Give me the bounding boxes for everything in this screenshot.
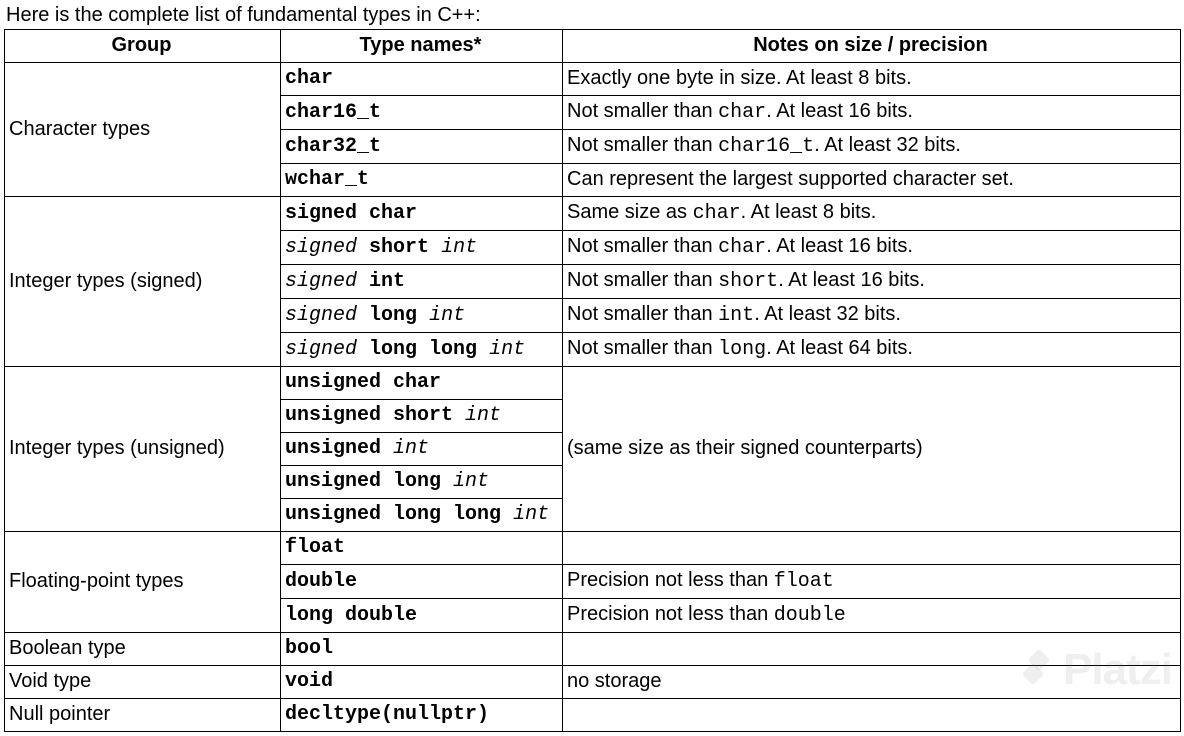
table-header-row: Group Type names* Notes on size / precis… (5, 30, 1181, 63)
type-name-cell: unsigned long int (281, 466, 563, 499)
type-name-cell: char32_t (281, 130, 563, 164)
type-name-cell: signed long long int (281, 333, 563, 367)
type-name-cell: double (281, 565, 563, 599)
type-name-cell: signed short int (281, 231, 563, 265)
table-row: Void typevoidno storage (5, 666, 1181, 699)
group-cell: Floating-point types (5, 532, 281, 633)
notes-cell: (same size as their signed counterparts) (563, 367, 1181, 532)
notes-cell: Not smaller than char16_t. At least 32 b… (563, 130, 1181, 164)
table-row: Integer types (signed)signed charSame si… (5, 197, 1181, 231)
type-name-cell: char16_t (281, 96, 563, 130)
notes-cell (563, 532, 1181, 565)
type-name-cell: bool (281, 633, 563, 666)
notes-cell: no storage (563, 666, 1181, 699)
notes-cell: Not smaller than int. At least 32 bits. (563, 299, 1181, 333)
fundamental-types-table: Group Type names* Notes on size / precis… (4, 29, 1181, 732)
type-name-cell: unsigned short int (281, 400, 563, 433)
notes-cell (563, 699, 1181, 732)
type-name-cell: unsigned int (281, 433, 563, 466)
notes-cell: Can represent the largest supported char… (563, 164, 1181, 197)
notes-cell: Precision not less than float (563, 565, 1181, 599)
header-group: Group (5, 30, 281, 63)
notes-cell: Not smaller than short. At least 16 bits… (563, 265, 1181, 299)
notes-cell: Not smaller than char. At least 16 bits. (563, 96, 1181, 130)
notes-cell: Not smaller than long. At least 64 bits. (563, 333, 1181, 367)
header-type: Type names* (281, 30, 563, 63)
table-row: Integer types (unsigned)unsigned char(sa… (5, 367, 1181, 400)
notes-cell: Not smaller than char. At least 16 bits. (563, 231, 1181, 265)
table-row: Boolean typebool (5, 633, 1181, 666)
type-name-cell: signed long int (281, 299, 563, 333)
type-name-cell: void (281, 666, 563, 699)
notes-cell: Exactly one byte in size. At least 8 bit… (563, 63, 1181, 96)
group-cell: Integer types (signed) (5, 197, 281, 367)
header-notes: Notes on size / precision (563, 30, 1181, 63)
group-cell: Null pointer (5, 699, 281, 732)
type-name-cell: float (281, 532, 563, 565)
type-name-cell: long double (281, 599, 563, 633)
type-name-cell: wchar_t (281, 164, 563, 197)
notes-cell: Same size as char. At least 8 bits. (563, 197, 1181, 231)
intro-text: Here is the complete list of fundamental… (6, 4, 1180, 27)
group-cell: Void type (5, 666, 281, 699)
type-name-cell: unsigned long long int (281, 499, 563, 532)
group-cell: Integer types (unsigned) (5, 367, 281, 532)
table-row: Character typescharExactly one byte in s… (5, 63, 1181, 96)
notes-cell: Precision not less than double (563, 599, 1181, 633)
table-row: Null pointerdecltype(nullptr) (5, 699, 1181, 732)
group-cell: Character types (5, 63, 281, 197)
type-name-cell: char (281, 63, 563, 96)
type-name-cell: signed char (281, 197, 563, 231)
table-row: Floating-point typesfloat (5, 532, 1181, 565)
group-cell: Boolean type (5, 633, 281, 666)
type-name-cell: unsigned char (281, 367, 563, 400)
notes-cell (563, 633, 1181, 666)
type-name-cell: signed int (281, 265, 563, 299)
type-name-cell: decltype(nullptr) (281, 699, 563, 732)
